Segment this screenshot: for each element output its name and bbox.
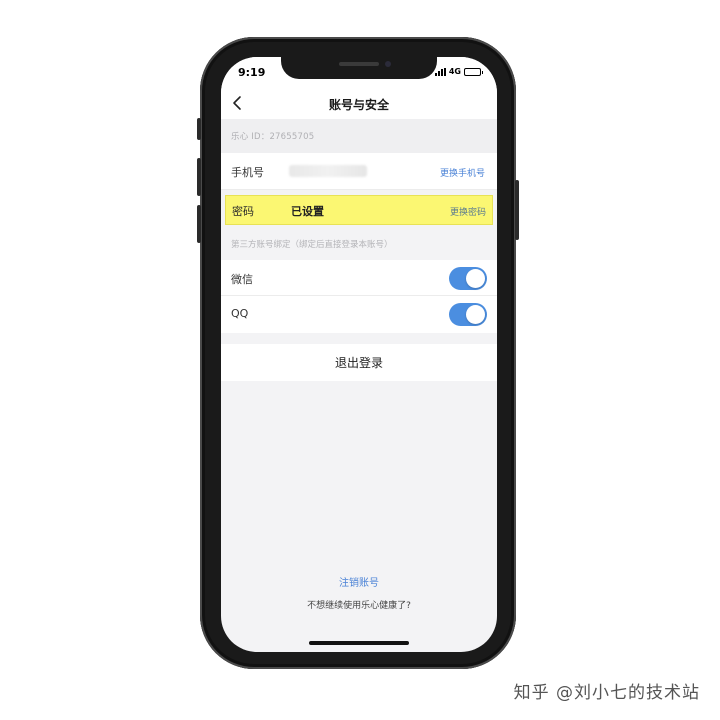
third-party-header-text: 第三方账号绑定（绑定后直接登录本账号） bbox=[231, 240, 393, 250]
power-button bbox=[515, 180, 519, 240]
password-status: 已设置 bbox=[291, 205, 324, 218]
qq-row: QQ bbox=[221, 296, 497, 333]
logout-label: 退出登录 bbox=[334, 356, 383, 370]
signal-icon bbox=[434, 67, 446, 76]
account-id: 乐心 ID：27655705 bbox=[231, 132, 315, 142]
volume-down-button bbox=[197, 205, 201, 243]
phone-screen: 9:19 4G 账号与安全 乐心 ID：27655705 手机号 更换手机号 密… bbox=[221, 57, 497, 652]
toggle-knob bbox=[466, 305, 485, 324]
qq-toggle[interactable] bbox=[449, 303, 487, 326]
password-row[interactable]: 密码 已设置 更换密码 bbox=[225, 195, 493, 225]
third-party-section-header: 第三方账号绑定（绑定后直接登录本账号） bbox=[221, 228, 497, 260]
wechat-row: 微信 bbox=[221, 260, 497, 296]
watermark: 知乎 @刘小七的技术站 bbox=[513, 683, 700, 703]
qq-label: QQ bbox=[231, 307, 249, 320]
phone-number-row[interactable]: 手机号 更换手机号 bbox=[221, 153, 497, 190]
network-type: 4G bbox=[448, 67, 461, 76]
phone-label: 手机号 bbox=[231, 166, 264, 179]
wechat-label: 微信 bbox=[231, 273, 253, 286]
toggle-knob bbox=[466, 269, 485, 288]
cancel-account-link[interactable]: 注销账号 bbox=[221, 574, 497, 589]
account-id-row: 乐心 ID：27655705 bbox=[221, 119, 497, 153]
logout-button[interactable]: 退出登录 bbox=[221, 344, 497, 381]
status-indicators: 4G bbox=[434, 67, 483, 76]
front-camera bbox=[385, 61, 391, 67]
change-password-link[interactable]: 更换密码 bbox=[450, 205, 486, 218]
silent-switch bbox=[197, 118, 201, 140]
page-title: 账号与安全 bbox=[328, 98, 389, 112]
status-time: 9:19 bbox=[238, 66, 266, 79]
cancel-account-hint: 不想继续使用乐心健康了? bbox=[307, 601, 411, 611]
volume-up-button bbox=[197, 158, 201, 196]
notch bbox=[281, 57, 437, 79]
phone-number-masked bbox=[289, 165, 367, 177]
nav-bar: 账号与安全 bbox=[221, 87, 497, 119]
password-label: 密码 bbox=[232, 205, 254, 218]
home-indicator bbox=[309, 641, 409, 645]
wechat-toggle[interactable] bbox=[449, 267, 487, 290]
speaker-grille bbox=[339, 62, 379, 66]
change-phone-link[interactable]: 更换手机号 bbox=[440, 166, 485, 179]
battery-icon bbox=[464, 67, 483, 76]
